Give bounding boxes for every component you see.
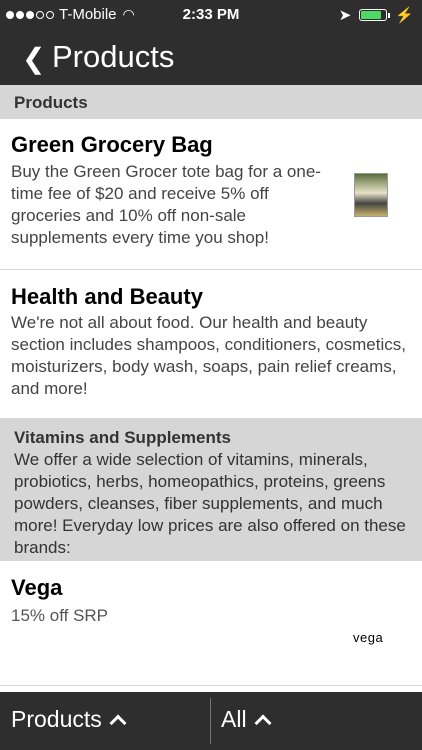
- battery-fill: [361, 11, 381, 19]
- all-filter-tab[interactable]: All: [221, 706, 272, 733]
- navigation-bar: ❮ Products: [0, 30, 422, 85]
- battery-icon: [359, 9, 391, 21]
- vega-logo: vega: [353, 630, 384, 645]
- product-row-green-grocery-bag[interactable]: Green Grocery Bag Buy the Green Grocer t…: [0, 119, 422, 270]
- brand-discount: 15% off SRP: [11, 606, 109, 625]
- product-title: Health and Beauty: [11, 284, 203, 309]
- section-header-label: Products: [14, 93, 88, 112]
- product-description: Buy the Green Grocer tote bag for a one-…: [11, 162, 321, 247]
- products-filter-tab[interactable]: Products: [11, 706, 127, 733]
- page-title: Products: [52, 39, 175, 74]
- vitamins-title: Vitamins and Supplements: [14, 428, 231, 447]
- status-right: ➤ ⚡: [339, 6, 414, 24]
- back-chevron-icon[interactable]: ❮: [22, 42, 45, 75]
- product-title: Green Grocery Bag: [11, 132, 213, 157]
- charging-bolt-icon: ⚡: [395, 7, 414, 24]
- brand-row-vega[interactable]: Vega 15% off SRP vega: [0, 562, 422, 686]
- products-filter-label: Products: [11, 706, 102, 732]
- location-arrow-icon: ➤: [338, 7, 352, 24]
- chevron-up-icon: [109, 714, 127, 731]
- product-row-health-and-beauty[interactable]: Health and Beauty We're not all about fo…: [0, 270, 422, 419]
- product-description: We're not all about food. Our health and…: [11, 313, 406, 398]
- tab-divider: [210, 698, 211, 744]
- bottom-tab-bar: Products All: [0, 692, 422, 750]
- all-filter-label: All: [221, 706, 247, 732]
- brand-title: Vega: [11, 575, 63, 600]
- status-bar: T-Mobile ◠ 2:33 PM ➤ ⚡: [0, 0, 422, 30]
- tote-bag-thumbnail: [354, 173, 388, 217]
- vitamins-section: Vitamins and Supplements We offer a wide…: [0, 419, 422, 561]
- vitamins-description: We offer a wide selection of vitamins, m…: [14, 450, 406, 557]
- chevron-up-icon: [254, 714, 272, 731]
- section-header: Products: [0, 85, 422, 119]
